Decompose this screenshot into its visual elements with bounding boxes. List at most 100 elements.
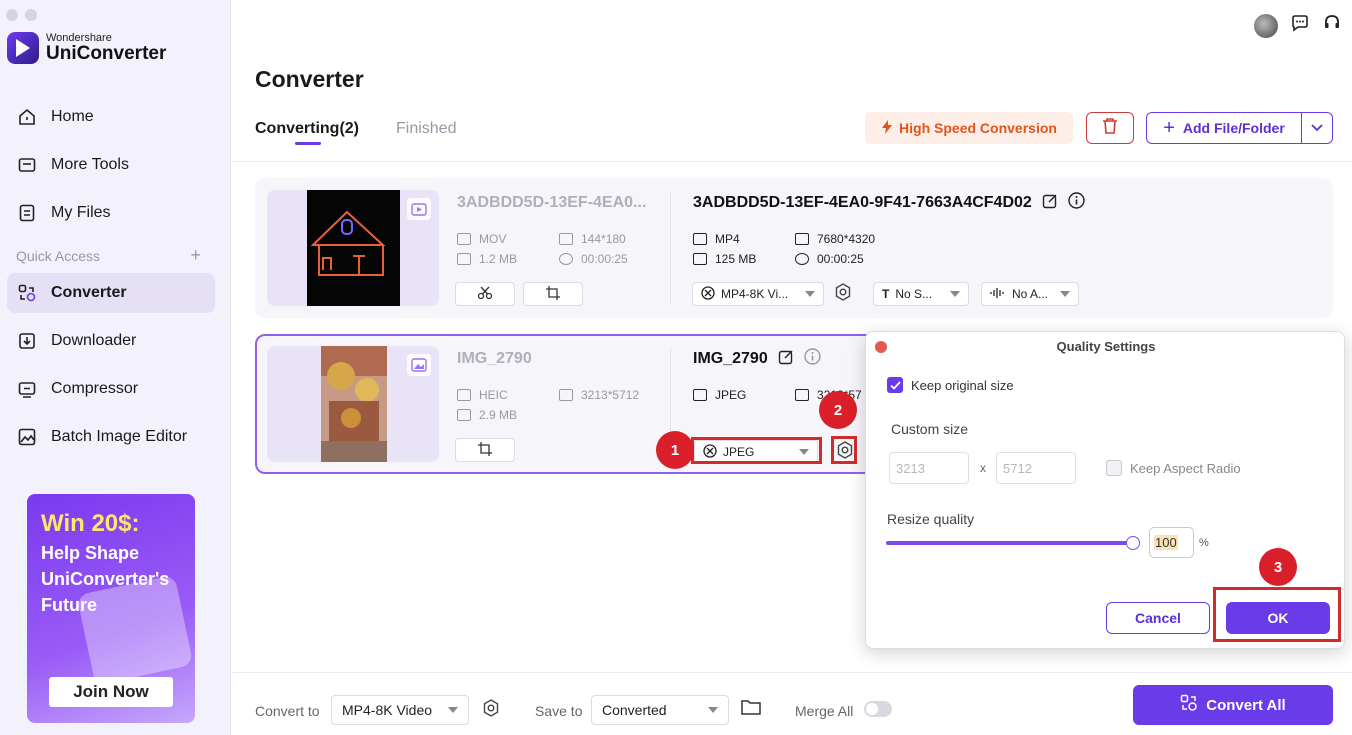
sidebar-item-my-files[interactable]: My Files [7,193,215,233]
format-icon [701,285,715,303]
quality-slider-track[interactable] [886,541,1133,545]
edit-name-icon[interactable] [778,349,794,370]
output-format-select[interactable]: MP4-8K Vi... [692,282,824,306]
quality-input[interactable]: 100 [1149,527,1194,558]
high-speed-conversion-button[interactable]: High Speed Conversion [865,112,1073,144]
folder-icon [457,253,471,265]
file-item: 3ADBDD5D-13EF-4EA0... MOV 144*180 1.2 MB… [255,178,1333,318]
files-icon [17,203,37,223]
subtitle-select[interactable]: T No S... [873,282,969,306]
sidebar-item-batch-image-editor[interactable]: Batch Image Editor [7,417,215,457]
resolution-icon [559,389,573,401]
scissors-icon [477,286,493,303]
width-input[interactable]: 3213 [889,452,969,484]
crop-button[interactable] [455,438,515,462]
cancel-button[interactable]: Cancel [1106,602,1210,634]
tab-converting[interactable]: Converting(2) [255,120,359,145]
dropdown-caret-icon [448,707,458,713]
sidebar-item-label: Home [51,108,94,125]
logo-icon [7,32,39,64]
highlight-box-format [691,437,822,464]
output-file-name: 3ADBDD5D-13EF-4EA0-9F41-7663A4CF4D02 [693,192,1085,214]
keep-aspect-checkbox[interactable] [1106,460,1122,476]
keep-original-size-row[interactable]: Keep original size [887,377,1014,393]
video-thumbnail-image [307,190,400,306]
clock-icon [559,253,573,265]
keep-aspect-row[interactable]: Keep Aspect Radio [1106,460,1241,476]
save-to-select[interactable]: Converted [591,695,729,725]
promo-banner[interactable]: Win 20$: Help Shape UniConverter's Futur… [27,494,195,723]
open-folder-button[interactable] [739,697,763,721]
subtitle-icon: T [882,287,890,301]
quality-slider-handle[interactable] [1126,536,1140,550]
header-divider [231,161,1352,162]
clock-icon [795,253,809,265]
crop-icon [478,441,492,459]
folder-icon [741,699,761,720]
sidebar-item-downloader[interactable]: Downloader [7,321,215,361]
output-duration: 00:00:25 [795,252,864,266]
source-format: MOV [457,232,506,246]
height-input[interactable]: 5712 [996,452,1076,484]
page-title: Converter [255,66,364,92]
edit-name-icon[interactable] [1042,193,1058,214]
highlight-box-ok [1213,587,1341,642]
save-to-label: Save to [535,703,583,719]
sidebar-item-converter[interactable]: Converter [7,273,215,313]
promo-headline: Win 20$: [41,510,140,537]
file-thumbnail[interactable] [267,346,439,462]
audio-select[interactable]: No A... [981,282,1079,306]
dropdown-caret-icon [805,291,815,297]
output-resolution: 7680*4320 [795,232,875,246]
trim-button[interactable] [455,282,515,306]
lightning-icon [881,119,893,137]
source-size: 2.9 MB [457,408,517,422]
delete-all-button[interactable] [1086,112,1134,144]
keep-aspect-label: Keep Aspect Radio [1130,460,1241,476]
source-duration: 00:00:25 [559,252,628,266]
window-close-button[interactable] [6,9,18,21]
output-file-name-text: IMG_2790 [693,350,768,367]
crop-icon [546,285,560,303]
info-icon[interactable] [1068,192,1085,214]
video-format-icon [457,233,471,245]
keep-original-size-checkbox[interactable] [887,377,903,393]
convert-to-select[interactable]: MP4-8K Video [331,695,469,725]
sidebar-item-home[interactable]: Home [7,97,215,137]
sidebar-item-more-tools[interactable]: More Tools [7,145,215,185]
quality-value: 100 [1154,535,1178,550]
merge-all-toggle[interactable] [864,701,892,717]
convert-to-label: Convert to [255,703,320,719]
convert-all-button[interactable]: Convert All [1133,685,1333,725]
promo-body: Help Shape UniConverter's Future [41,543,170,615]
settings-button[interactable] [831,282,855,306]
crop-button[interactable] [523,282,583,306]
output-file-name-text: 3ADBDD5D-13EF-4EA0-9F41-7663A4CF4D02 [693,194,1032,211]
source-file-name: IMG_2790 [457,350,532,367]
quick-access-label: Quick Access [16,248,101,264]
info-icon[interactable] [804,348,821,370]
add-file-folder-button[interactable]: + Add File/Folder [1146,112,1302,144]
avatar[interactable] [1254,13,1278,38]
sidebar-item-label: Compressor [51,380,139,397]
source-size: 1.2 MB [457,252,517,266]
sidebar: Wondershare UniConverter Home More Tools… [0,0,231,735]
join-now-button[interactable]: Join Now [49,677,173,707]
feedback-icon[interactable] [1290,13,1310,38]
folder-icon [693,253,707,265]
sidebar-item-compressor[interactable]: Compressor [7,369,215,409]
image-format-icon [693,389,707,401]
source-format: HEIC [457,388,508,402]
add-file-dropdown-button[interactable] [1301,112,1333,144]
add-quick-access-icon[interactable]: + [190,246,201,264]
tab-finished[interactable]: Finished [396,120,456,138]
size-times-label: x [980,461,986,475]
image-format-icon [457,389,471,401]
merge-all-label: Merge All [795,703,854,719]
resolution-icon [795,233,809,245]
window-minimize-button[interactable] [25,9,37,21]
file-thumbnail[interactable] [267,190,439,306]
output-settings-button[interactable] [479,698,503,722]
dropdown-caret-icon [1060,291,1070,297]
support-headset-icon[interactable] [1322,13,1342,38]
